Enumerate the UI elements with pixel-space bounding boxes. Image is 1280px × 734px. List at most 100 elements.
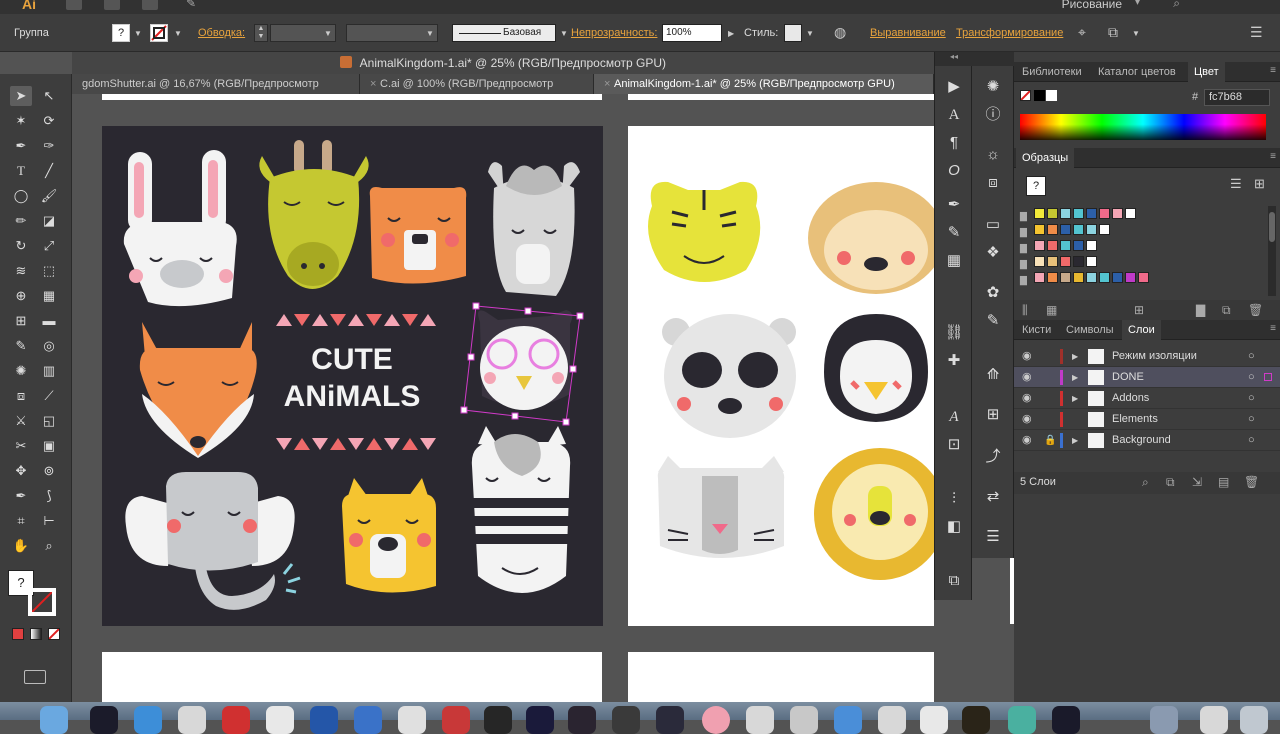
- app-icon[interactable]: [612, 706, 640, 734]
- pencil-tool-icon[interactable]: ✏: [10, 211, 32, 231]
- chevron-down-icon[interactable]: ▼: [560, 29, 568, 38]
- puppet-warp-icon[interactable]: ✥: [10, 461, 32, 481]
- new-layer-icon[interactable]: ▤: [1218, 475, 1229, 489]
- target-icon[interactable]: ○: [1248, 346, 1255, 367]
- panel-menu-icon[interactable]: ≡: [1270, 323, 1276, 334]
- layer-row-isolation[interactable]: ◉ ▶ Режим изоляции ○: [1014, 346, 1280, 367]
- app-icon[interactable]: [702, 706, 730, 734]
- search-icon[interactable]: ⌕: [1173, 0, 1180, 11]
- app-icon[interactable]: [878, 706, 906, 734]
- glyphs-icon[interactable]: A: [935, 404, 973, 430]
- rotate-tool-icon[interactable]: ↻: [10, 236, 32, 256]
- isolate-icon[interactable]: ⌖: [1078, 24, 1086, 41]
- new-sublayer-icon[interactable]: ⇲: [1192, 475, 1202, 489]
- character-icon[interactable]: A: [935, 102, 973, 128]
- info-icon[interactable]: ⓘ: [974, 102, 1012, 128]
- none-mode-icon[interactable]: [48, 628, 60, 640]
- illustrator-icon[interactable]: [568, 706, 596, 734]
- opentype-icon[interactable]: O: [935, 158, 973, 184]
- layer-row-done[interactable]: ◉ ▶ DONE ○: [1014, 367, 1280, 388]
- new-swatch-icon[interactable]: ⧉: [1222, 303, 1231, 318]
- paragraph-icon[interactable]: ¶: [935, 130, 973, 156]
- brush-definition[interactable]: Базовая: [452, 24, 556, 42]
- eyedropper-icon[interactable]: ✎: [10, 336, 32, 356]
- new-group-icon[interactable]: ▇: [1196, 303, 1205, 317]
- app-icon[interactable]: [398, 706, 426, 734]
- blend-tool-icon[interactable]: ◎: [38, 336, 60, 356]
- app-icon[interactable]: [1052, 706, 1080, 734]
- align-panel-icon[interactable]: ⫶: [935, 486, 973, 512]
- expand-icon[interactable]: ▶: [1072, 367, 1078, 388]
- selection-tool-icon[interactable]: ➤: [10, 86, 32, 106]
- app-icon[interactable]: [656, 706, 684, 734]
- hand-tool-icon[interactable]: ✋: [10, 536, 32, 556]
- stroke-stepper[interactable]: ▲ ▼: [254, 24, 268, 42]
- swatches-group-icon[interactable]: ❖: [974, 240, 1012, 266]
- visibility-icon[interactable]: ◉: [1022, 367, 1032, 388]
- transparency-icon[interactable]: ◧: [935, 514, 973, 540]
- app-icon[interactable]: [1200, 706, 1228, 734]
- app-icon[interactable]: [526, 706, 554, 734]
- canvas[interactable]: CUTE ANiMALS: [72, 94, 934, 702]
- selection-indicator[interactable]: [1264, 373, 1272, 381]
- safari-icon[interactable]: [134, 706, 162, 734]
- layer-row-elements[interactable]: ◉ Elements ○: [1014, 409, 1280, 430]
- artboard-animals-2[interactable]: [628, 126, 934, 626]
- list-view-icon[interactable]: ☰: [1230, 176, 1242, 192]
- symbol-sprayer-icon[interactable]: ✺: [10, 361, 32, 381]
- crop-tool-icon[interactable]: ⌗: [10, 511, 32, 531]
- variables-icon[interactable]: ⟰: [974, 362, 1012, 388]
- app-icon[interactable]: [484, 706, 512, 734]
- perspective-grid-icon[interactable]: ▦: [38, 286, 60, 306]
- gradient-tool-icon[interactable]: ▬: [38, 311, 60, 331]
- image-trace-icon[interactable]: ▣: [38, 436, 60, 456]
- graphic-styles-icon[interactable]: ⧈: [974, 170, 1012, 196]
- color-guide-icon[interactable]: ✺: [974, 74, 1012, 100]
- links-icon[interactable]: ⛓: [935, 320, 973, 346]
- expand-icon[interactable]: ▶: [1072, 430, 1078, 451]
- screen-mode-icon[interactable]: [24, 670, 46, 684]
- opacity-label[interactable]: Непрозрачность:: [571, 27, 657, 39]
- ruler-tool-icon[interactable]: ⊢: [38, 511, 60, 531]
- brush-icon[interactable]: ✎: [186, 0, 196, 10]
- target-icon[interactable]: ○: [1248, 409, 1255, 430]
- swatch-grid[interactable]: ▇ ▇ ▇ ▇ ▇: [1020, 206, 1266, 300]
- none-swatch[interactable]: [1020, 90, 1031, 101]
- arrange-icon[interactable]: [142, 0, 158, 10]
- free-transform-icon[interactable]: ⬚: [38, 261, 60, 281]
- artboard-tool-icon[interactable]: ⧈: [10, 386, 32, 406]
- panel-menu-icon[interactable]: ☰: [1250, 24, 1263, 41]
- app-icon[interactable]: [1008, 706, 1036, 734]
- align-link[interactable]: Выравнивание: [870, 27, 946, 39]
- shape-builder-icon[interactable]: ⊕: [10, 286, 32, 306]
- graph-tool-icon[interactable]: ▥: [38, 361, 60, 381]
- eraser-tool-icon[interactable]: ◪: [38, 211, 60, 231]
- knife-tool-icon[interactable]: ⚔: [10, 411, 32, 431]
- app-icon[interactable]: [834, 706, 862, 734]
- chevron-down-icon[interactable]: ▼: [806, 29, 814, 38]
- chevron-down-icon[interactable]: ▼: [134, 29, 142, 38]
- chevron-down-icon[interactable]: ▼: [1132, 29, 1140, 38]
- tab-symbols[interactable]: Символы: [1060, 320, 1120, 340]
- asset-export-icon[interactable]: ✎: [974, 308, 1012, 334]
- stroke-swatch[interactable]: [150, 24, 168, 42]
- paintbrush-icon[interactable]: 🖌: [38, 186, 60, 206]
- pathfinder-icon[interactable]: ✚: [935, 348, 973, 374]
- color-mode-icon[interactable]: [12, 628, 24, 640]
- warp-tool-icon[interactable]: ≋: [10, 261, 32, 281]
- app-icon[interactable]: [442, 706, 470, 734]
- recolor-icon[interactable]: ◍: [834, 24, 846, 41]
- delete-swatch-icon[interactable]: 🗑: [1248, 303, 1263, 317]
- tab-animalkingdomshutter[interactable]: gdomShutter.ai @ 16,67% (RGB/Предпросмот…: [72, 74, 360, 110]
- tab-brushes[interactable]: Кисти: [1016, 320, 1057, 340]
- layer-row-addons[interactable]: ◉ ▶ Addons ○: [1014, 388, 1280, 409]
- expand-icon[interactable]: ▶: [1072, 346, 1078, 367]
- downloads-icon[interactable]: [1150, 706, 1178, 734]
- bridge-icon[interactable]: [66, 0, 82, 10]
- libraries-icon[interactable]: ⫼: [1022, 303, 1028, 318]
- join-tool-icon[interactable]: ⟆: [38, 486, 60, 506]
- transform-panel-icon[interactable]: ⊞: [974, 402, 1012, 428]
- ellipse-tool-icon[interactable]: ◯: [10, 186, 32, 206]
- stroke-panel-icon[interactable]: ▦: [935, 248, 973, 274]
- tab-color[interactable]: Цвет: [1188, 62, 1225, 82]
